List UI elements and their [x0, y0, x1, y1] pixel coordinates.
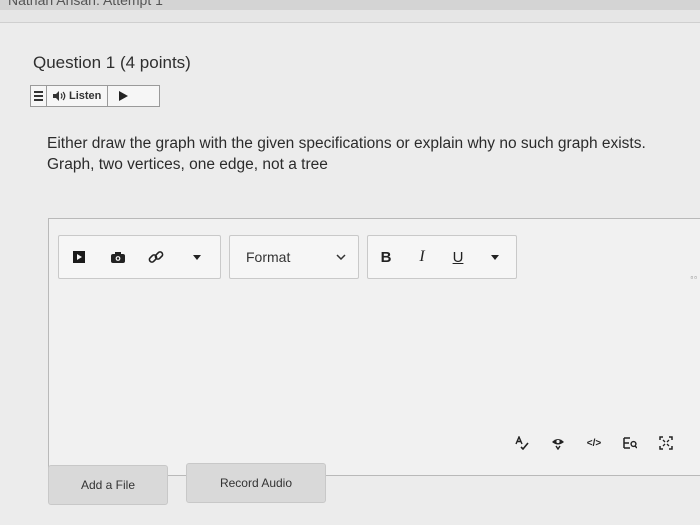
- link-icon: [148, 251, 164, 263]
- dropdown-arrow-icon: [193, 254, 201, 260]
- text-options-dropdown[interactable]: [476, 235, 514, 279]
- prompt-instruction: Either draw the graph with the given spe…: [47, 135, 646, 152]
- underline-label: U: [452, 248, 464, 266]
- insert-stuff-icon: [73, 251, 85, 263]
- fullscreen-button[interactable]: [648, 431, 684, 455]
- editor-toolbar: Format B I U: [58, 235, 525, 279]
- question-number: Question 1: [33, 53, 116, 72]
- speaker-icon: [53, 91, 66, 101]
- format-label: Format: [246, 249, 291, 265]
- question-prompt: Either draw the graph with the given spe…: [47, 133, 697, 175]
- play-icon: [118, 91, 128, 101]
- question-title: Question 1 (4 points): [33, 53, 191, 73]
- equation-icon: [623, 436, 637, 449]
- record-audio-label: Record Audio: [219, 476, 293, 490]
- insert-image-button[interactable]: [99, 235, 137, 279]
- code-icon: </>: [586, 437, 602, 449]
- insert-group: [58, 235, 221, 279]
- spellcheck-button[interactable]: [504, 431, 540, 455]
- accessibility-icon: [552, 439, 564, 450]
- question-card: Question 1 (4 points) Listen Either draw…: [0, 22, 700, 525]
- insert-options-dropdown[interactable]: [175, 235, 219, 279]
- attempt-title: Nathan Ahsan: Attempt 1: [8, 0, 163, 8]
- chevron-down-icon: [336, 254, 346, 260]
- listen-button[interactable]: Listen: [47, 86, 109, 106]
- more-options-icon[interactable]: ▫▫: [690, 273, 698, 282]
- bold-label: B: [380, 248, 392, 266]
- dropdown-arrow-icon: [491, 254, 499, 260]
- question-points: (4 points): [119, 53, 191, 72]
- italic-button[interactable]: I: [404, 235, 440, 279]
- fullscreen-icon: [659, 436, 673, 450]
- add-file-button[interactable]: Add a File: [48, 465, 168, 505]
- italic-label: I: [419, 248, 425, 265]
- record-audio-button[interactable]: Record Audio: [186, 463, 326, 503]
- play-button[interactable]: [108, 86, 138, 106]
- readspeaker-bar: Listen: [30, 85, 160, 107]
- format-dropdown[interactable]: Format: [230, 235, 358, 279]
- accessibility-checker-button[interactable]: [540, 431, 576, 455]
- camera-icon: [111, 251, 125, 263]
- answer-editor[interactable]: Format B I U ▫▫ </>: [48, 218, 700, 476]
- add-file-label: Add a File: [80, 478, 136, 492]
- equation-editor-button[interactable]: [612, 431, 648, 455]
- source-code-button[interactable]: </>: [576, 431, 612, 455]
- spellcheck-icon: [515, 436, 529, 450]
- prompt-specification: Graph, two vertices, one edge, not a tre…: [47, 156, 328, 173]
- format-group: Format: [229, 235, 359, 279]
- attempt-header: Nathan Ahsan: Attempt 1: [0, 0, 700, 10]
- bold-button[interactable]: B: [368, 235, 404, 279]
- insert-link-button[interactable]: [137, 235, 175, 279]
- text-style-group: B I U: [367, 235, 517, 279]
- hamburger-icon[interactable]: [31, 86, 47, 106]
- editor-bottom-tools: </>: [504, 431, 684, 455]
- insert-stuff-button[interactable]: [59, 235, 99, 279]
- underline-button[interactable]: U: [440, 235, 476, 279]
- listen-label: Listen: [69, 90, 102, 102]
